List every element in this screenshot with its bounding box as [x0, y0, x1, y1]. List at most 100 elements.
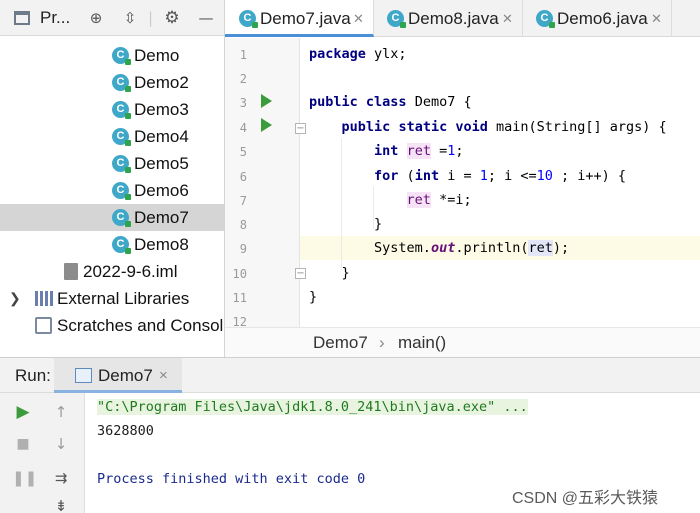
tree-item-label: Demo4: [134, 127, 189, 146]
tree-item-external-libraries[interactable]: ❯ External Libraries: [0, 285, 224, 312]
editor-gutter: 1 2 3 4 5 6 7 8 9 10 11 12: [225, 38, 300, 327]
close-icon[interactable]: ✕: [502, 0, 513, 37]
line-number: 1: [239, 48, 247, 62]
tab-demo7[interactable]: C Demo7.java ✕: [225, 0, 374, 37]
run-panel-header: Run: Demo7 ×: [0, 357, 700, 393]
console-exit-message: Process finished with exit code 0: [97, 471, 366, 487]
tree-item-label: Demo8: [134, 235, 189, 254]
tree-item-demo8[interactable]: C Demo8: [0, 231, 224, 258]
line-number: 9: [239, 242, 247, 256]
close-icon[interactable]: ×: [159, 358, 168, 393]
scroll-to-end-icon[interactable]: ⇟: [50, 495, 72, 513]
java-class-icon: C: [536, 10, 555, 28]
toolbar-divider: |: [148, 9, 154, 27]
java-class-icon: C: [112, 74, 131, 92]
close-icon[interactable]: ✕: [651, 0, 662, 37]
java-class-icon: C: [112, 155, 131, 173]
keyword: int: [414, 168, 440, 184]
tab-label: Demo7.java: [260, 9, 351, 28]
code-text: (: [398, 168, 415, 184]
tab-demo6[interactable]: C Demo6.java ✕: [523, 0, 672, 37]
code-text: .println(: [455, 240, 529, 256]
tree-item-demo6[interactable]: C Demo6: [0, 177, 224, 204]
code-text: i =: [439, 168, 480, 184]
code-line-6: for (int i = 1; i <=10 ; i++) {: [309, 164, 626, 188]
tree-item-demo7[interactable]: C Demo7: [0, 204, 224, 231]
close-icon[interactable]: ✕: [353, 0, 364, 37]
code-text: }: [341, 265, 350, 281]
run-class-icon[interactable]: [261, 94, 272, 108]
breadcrumb-class[interactable]: Demo7: [313, 333, 368, 353]
watermark-text: CSDN @五彩大铁猿: [512, 490, 659, 507]
gear-icon[interactable]: ⚙: [160, 0, 184, 36]
console-program-output: 3628800: [97, 423, 154, 439]
code-line-3: public class Demo7 {: [309, 90, 472, 114]
code-text: ; i <=: [487, 168, 537, 184]
code-line-7: ret *=i;: [309, 188, 472, 212]
tab-label: Demo8.java: [408, 9, 499, 28]
line-number: 11: [232, 291, 247, 305]
fold-close-icon[interactable]: −: [295, 268, 306, 279]
run-toolbar: ▶ ↑ ■ ↓ ❚❚ ⇉ ⇟: [0, 393, 85, 513]
tree-item-label: Demo5: [134, 154, 189, 173]
soft-wrap-icon[interactable]: ⇉: [50, 467, 72, 489]
keyword: public: [341, 119, 391, 135]
project-view-icon[interactable]: [14, 11, 30, 25]
java-class-icon: C: [112, 236, 131, 254]
tree-item-label: Scratches and Consoles: [57, 316, 225, 335]
breadcrumb-separator: ›: [379, 333, 385, 352]
tree-item-scratches[interactable]: Scratches and Consoles: [0, 312, 225, 339]
run-tab-demo7[interactable]: Demo7 ×: [54, 358, 182, 393]
keyword: static: [398, 119, 448, 135]
code-text: ;: [455, 143, 464, 159]
variable: ret: [406, 143, 431, 159]
tree-item-demo[interactable]: C Demo: [0, 42, 224, 69]
fold-open-icon[interactable]: −: [295, 123, 306, 134]
java-class-icon: C: [387, 10, 406, 28]
tree-item-label: Demo7: [134, 208, 189, 227]
line-number: 2: [239, 72, 247, 86]
chevron-right-icon[interactable]: ❯: [9, 285, 21, 312]
breadcrumb: Demo7 › main(): [225, 327, 700, 359]
tree-item-demo2[interactable]: C Demo2: [0, 69, 224, 96]
editor-tab-bar: C Demo7.java ✕ C Demo8.java ✕ C Demo6.ja…: [225, 0, 700, 37]
tree-item-label: Demo: [134, 46, 180, 65]
tree-item-demo4[interactable]: C Demo4: [0, 123, 224, 150]
java-class-icon: C: [112, 47, 131, 65]
code-text: =: [430, 143, 448, 159]
line-number: 10: [232, 267, 247, 281]
tree-item-label: 2022-9-6.iml: [83, 262, 178, 281]
code-line-8: }: [309, 212, 382, 236]
breadcrumb-method[interactable]: main(): [398, 333, 446, 353]
tree-item-label: Demo2: [134, 73, 189, 92]
code-editor[interactable]: 1 2 3 4 5 6 7 8 9 10 11 12 − − package y…: [225, 38, 700, 327]
scroll-up-icon[interactable]: ↑: [50, 401, 72, 423]
collapse-all-icon[interactable]: ⇳: [118, 0, 142, 36]
pause-icon[interactable]: ❚❚: [12, 467, 37, 489]
stop-icon[interactable]: ■: [12, 433, 34, 455]
java-class-icon: C: [112, 182, 131, 200]
code-text: }: [309, 289, 318, 305]
project-toolbar: Pr... ⊕ ⇳ | ⚙ —: [0, 0, 224, 36]
tree-item-iml[interactable]: 2022-9-6.iml: [0, 258, 224, 285]
static-field: out: [430, 240, 456, 256]
hide-panel-icon[interactable]: —: [194, 0, 218, 36]
console-command-line: "C:\Program Files\Java\jdk1.8.0_241\bin\…: [97, 399, 528, 415]
run-tab-label: Demo7: [98, 366, 153, 385]
run-main-icon[interactable]: [261, 118, 272, 132]
scroll-down-icon[interactable]: ↓: [50, 433, 72, 455]
variable: ret: [406, 192, 431, 208]
java-class-icon: C: [239, 10, 258, 28]
code-line-10: }: [309, 261, 350, 285]
tree-item-demo3[interactable]: C Demo3: [0, 96, 224, 123]
code-text: );: [552, 240, 570, 256]
project-panel-title[interactable]: Pr...: [40, 0, 70, 36]
tab-demo8[interactable]: C Demo8.java ✕: [374, 0, 523, 37]
line-number: 3: [239, 96, 247, 110]
line-number: 7: [239, 194, 247, 208]
keyword: package: [309, 46, 366, 62]
tree-item-demo5[interactable]: C Demo5: [0, 150, 224, 177]
locate-target-icon[interactable]: ⊕: [84, 0, 108, 36]
code-line-4: public static void main(String[] args) {: [309, 115, 667, 139]
rerun-icon[interactable]: ▶: [12, 401, 34, 423]
